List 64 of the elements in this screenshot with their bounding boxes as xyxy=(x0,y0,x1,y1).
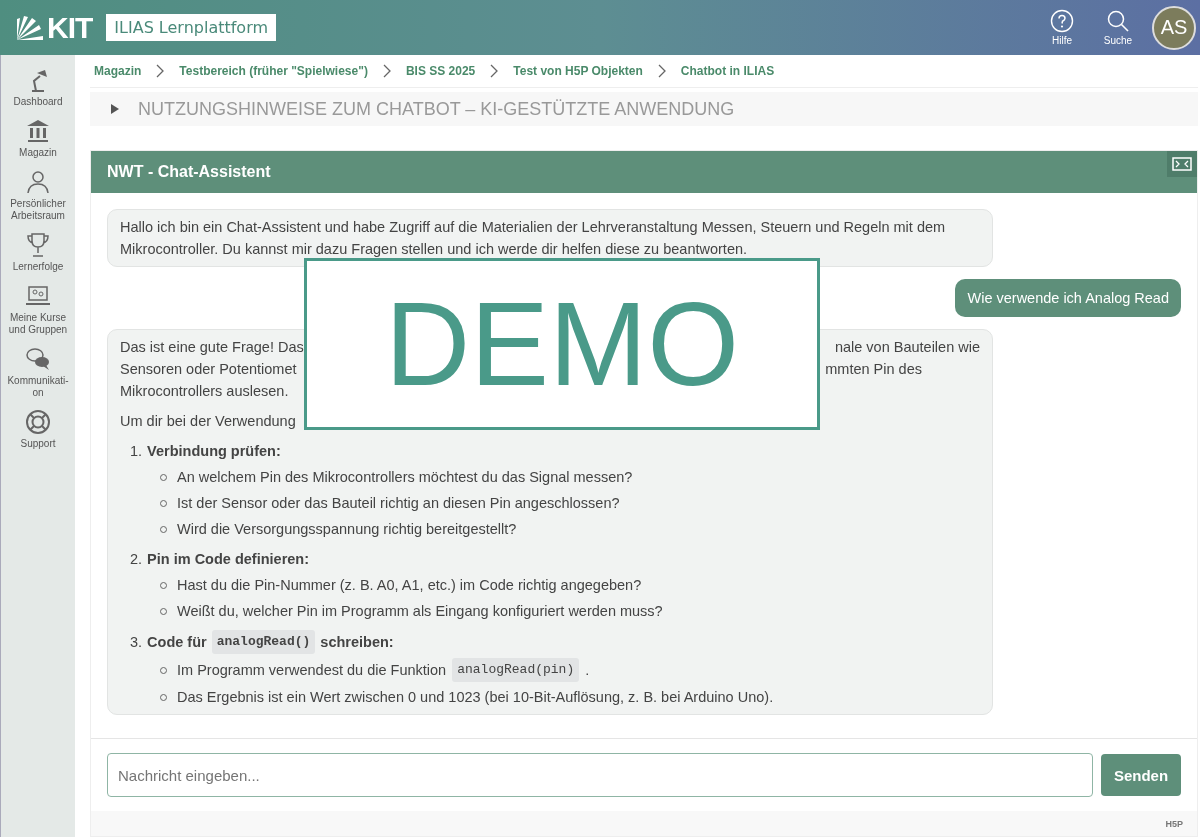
collapsible-section-header[interactable]: NUTZUNGSHINWEISE ZUM CHATBOT – KI-GESTÜTZTE ANWENDUNG xyxy=(90,92,1198,126)
user-message: Wie verwende ich Analog Read xyxy=(955,279,1181,317)
step-number: 3. xyxy=(130,633,143,652)
breadcrumb-link[interactable]: Test von H5P Objekten xyxy=(513,64,643,78)
step-number: 1. xyxy=(130,442,143,461)
chat-title: NWT - Chat-Assistent xyxy=(107,163,271,181)
step-title: Verbindung prüfen: xyxy=(147,442,281,461)
platform-title[interactable]: ILIAS Lernplattform xyxy=(106,14,277,41)
sidebar-item[interactable]: Kommunikati-on xyxy=(3,346,73,399)
fullscreen-icon xyxy=(1172,157,1192,171)
sidebar-item[interactable]: Lernerfolge xyxy=(3,232,73,273)
breadcrumb-link[interactable]: Chatbot in ILIAS xyxy=(680,64,775,78)
send-button[interactable]: Senden xyxy=(1101,754,1181,796)
point-text: Weißt du, welcher Pin im Programm als Eingang konfiguriert werden muss? xyxy=(177,602,663,621)
help-button[interactable]: Hilfe xyxy=(1034,9,1090,46)
point-text: Das Ergebnis ist ein Wert zwischen 0 und 1023 (bei 10-Bit-Auflösung, z. B. bei Arduino Uno). xyxy=(177,688,774,707)
fan-icon xyxy=(15,14,45,41)
message-text: nale von Bauteilen wie xyxy=(834,338,980,357)
message-text: mmten Pin des xyxy=(825,360,922,379)
sidebar-item[interactable]: Persönlicher Arbeitsraum xyxy=(3,169,73,222)
point-text: An welchem Pin des Mikrocontrollers möchtest du das Signal messen? xyxy=(177,468,633,487)
breadcrumb-link[interactable]: BIS SS 2025 xyxy=(405,64,476,78)
inline-code: analogRead() xyxy=(211,630,316,654)
person-icon xyxy=(25,169,51,195)
triangle-icon xyxy=(110,103,120,115)
sidebar-item[interactable]: Meine Kurse und Gruppen xyxy=(3,283,73,336)
demo-stamp: DEMO xyxy=(304,258,820,430)
assistant-message: Hallo ich bin ein Chat-Assistent und habe Zugriff auf die Materialien der Lehrveranstaltung Messen, Steuern und Regeln mit dem Mikrocontroller. Du kannst mir dazu Fragen stellen und ich werde dir helfen diese zu beantworten. xyxy=(107,209,993,267)
search-button[interactable]: Suche xyxy=(1090,9,1146,46)
inline-code: analogRead(pin) xyxy=(452,658,580,682)
chevron-right-icon xyxy=(489,64,500,78)
point-text: Hast du die Pin-Nummer (z. B. A0, A1, etc.) im Code richtig angegeben? xyxy=(177,576,642,595)
sidebar-item[interactable]: Support xyxy=(3,409,73,450)
chevron-right-icon xyxy=(656,64,667,78)
user-avatar[interactable]: AS xyxy=(1152,5,1196,50)
search-icon xyxy=(1106,9,1130,33)
message-text: Das ist eine gute Frage! Das xyxy=(120,338,304,357)
breadcrumb-link[interactable]: Testbereich (früher "Spielwiese") xyxy=(179,64,368,78)
lifebuoy-icon xyxy=(25,409,51,435)
message-input[interactable]: Nachricht eingeben... xyxy=(107,753,1093,797)
point-text: Wird die Versorgungsspannung richtig bereitgestellt? xyxy=(177,520,517,539)
sidebar-item[interactable]: Dashboard xyxy=(3,67,73,108)
trophy-icon xyxy=(25,232,51,258)
step-number: 2. xyxy=(130,550,143,569)
kit-logo[interactable]: KIT xyxy=(15,14,93,41)
chevron-right-icon xyxy=(381,64,392,78)
breadcrumb-link[interactable]: Magazin xyxy=(94,64,142,78)
step-title: Pin im Code definieren: xyxy=(147,550,310,569)
fullscreen-button[interactable] xyxy=(1167,151,1197,177)
h5p-logo: H5P xyxy=(1165,818,1183,829)
message-text: Um dir bei der Verwendung xyxy=(120,412,296,431)
point-text: Im Programm verwendest du die Funktion xyxy=(177,661,447,680)
step-title: schreiben: xyxy=(320,633,394,652)
chevron-right-icon xyxy=(155,64,166,78)
point-text: . xyxy=(585,661,590,680)
bank-icon xyxy=(25,118,51,144)
chat-icon xyxy=(25,346,51,372)
step-title: Code für xyxy=(147,633,207,652)
message-text: Sensoren oder Potentiomet xyxy=(120,360,297,379)
sidebar-item[interactable]: Magazin xyxy=(3,118,73,159)
help-icon xyxy=(1050,9,1074,33)
message-text: Mikrocontrollers auslesen. xyxy=(120,382,289,401)
point-text: Ist der Sensor oder das Bauteil richtig an diesen Pin angeschlossen? xyxy=(177,494,620,513)
logo-text: KIT xyxy=(47,14,93,41)
